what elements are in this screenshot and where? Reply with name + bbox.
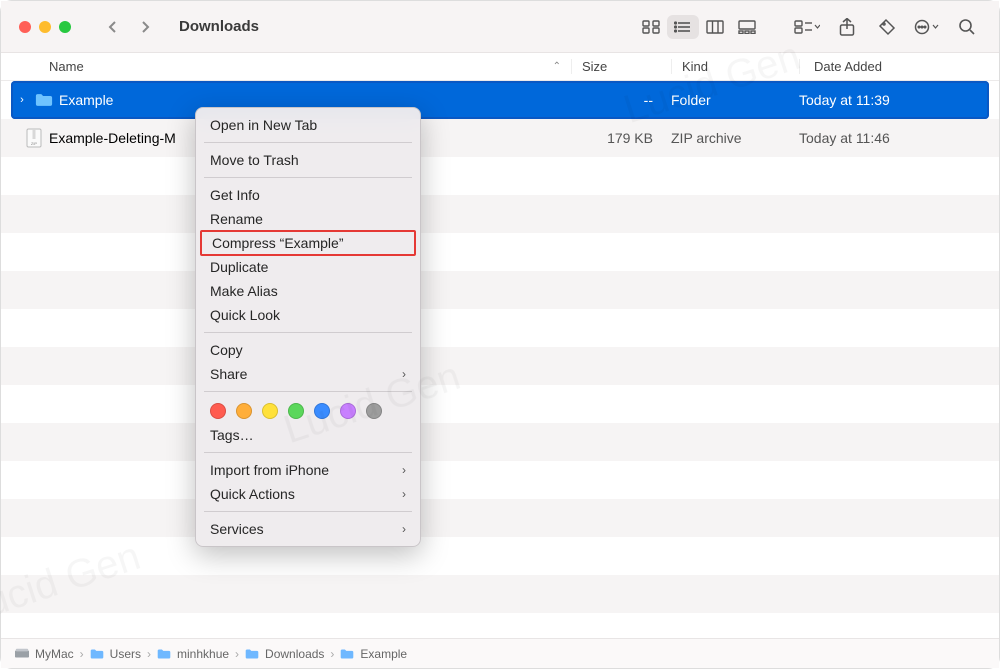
list-view-button[interactable] — [667, 15, 699, 39]
tag-gray[interactable] — [366, 403, 382, 419]
folder-icon — [33, 93, 55, 107]
column-view-button[interactable] — [699, 15, 731, 39]
path-crumb[interactable]: Example — [340, 647, 407, 661]
disclosure-triangle[interactable]: › — [11, 94, 33, 106]
window-titlebar: Downloads — [1, 1, 999, 53]
menu-import-iphone[interactable]: Import from iPhone› — [196, 458, 420, 482]
path-crumb[interactable]: Users — [90, 647, 141, 661]
submenu-chevron-icon: › — [402, 365, 406, 383]
file-kind: ZIP archive — [671, 130, 799, 146]
menu-compress[interactable]: Compress “Example” — [202, 232, 414, 254]
tag-color-row — [196, 397, 420, 423]
icon-view-button[interactable] — [635, 15, 667, 39]
menu-open-new-tab[interactable]: Open in New Tab — [196, 113, 420, 137]
path-separator-icon: › — [235, 647, 239, 661]
file-date: Today at 11:46 — [799, 130, 999, 146]
column-header-size[interactable]: Size — [571, 59, 671, 74]
minimize-window-button[interactable] — [39, 21, 51, 33]
menu-share[interactable]: Share› — [196, 362, 420, 386]
zoom-window-button[interactable] — [59, 21, 71, 33]
file-list: › Example -- Folder Today at 11:39 ZIP E… — [1, 81, 999, 157]
search-button[interactable] — [953, 18, 981, 36]
zip-file-icon: ZIP — [23, 128, 45, 148]
window-title: Downloads — [179, 18, 259, 35]
context-menu: Open in New Tab Move to Trash Get Info R… — [195, 107, 421, 547]
menu-get-info[interactable]: Get Info — [196, 183, 420, 207]
menu-rename[interactable]: Rename — [196, 207, 420, 231]
share-button[interactable] — [833, 18, 861, 36]
tag-green[interactable] — [288, 403, 304, 419]
file-kind: Folder — [671, 92, 799, 108]
annotation-highlight: Compress “Example” — [200, 230, 416, 256]
tag-red[interactable] — [210, 403, 226, 419]
submenu-chevron-icon: › — [402, 520, 406, 538]
column-headers: Name ⌃ Size Kind Date Added — [1, 53, 999, 81]
file-name: Example — [55, 92, 571, 108]
menu-quick-actions[interactable]: Quick Actions› — [196, 482, 420, 506]
file-size: 179 KB — [571, 130, 671, 146]
view-mode-group — [635, 15, 763, 39]
menu-tags[interactable]: Tags… — [196, 423, 420, 447]
path-crumb[interactable]: minhkhue — [157, 647, 229, 661]
action-menu-button[interactable] — [913, 19, 941, 35]
group-by-button[interactable] — [793, 19, 821, 35]
menu-quick-look[interactable]: Quick Look — [196, 303, 420, 327]
menu-services[interactable]: Services› — [196, 517, 420, 541]
menu-move-to-trash[interactable]: Move to Trash — [196, 148, 420, 172]
column-name-label: Name — [49, 59, 84, 74]
menu-make-alias[interactable]: Make Alias — [196, 279, 420, 303]
gallery-view-button[interactable] — [731, 15, 763, 39]
file-size: -- — [571, 92, 671, 108]
tags-button[interactable] — [873, 18, 901, 36]
tag-yellow[interactable] — [262, 403, 278, 419]
tag-blue[interactable] — [314, 403, 330, 419]
file-row[interactable]: ZIP Example-Deleting-M 179 KB ZIP archiv… — [1, 119, 999, 157]
column-header-kind[interactable]: Kind — [671, 59, 799, 74]
close-window-button[interactable] — [19, 21, 31, 33]
path-crumb[interactable]: Downloads — [245, 647, 324, 661]
list-background — [1, 81, 999, 613]
tag-purple[interactable] — [340, 403, 356, 419]
path-crumb-root[interactable]: MyMac — [15, 647, 74, 661]
tag-orange[interactable] — [236, 403, 252, 419]
file-row-selected[interactable]: › Example -- Folder Today at 11:39 — [11, 81, 989, 119]
submenu-chevron-icon: › — [402, 485, 406, 503]
file-date: Today at 11:39 — [799, 92, 989, 108]
svg-text:ZIP: ZIP — [31, 141, 38, 146]
window-controls — [19, 21, 71, 33]
menu-duplicate[interactable]: Duplicate — [196, 255, 420, 279]
path-separator-icon: › — [80, 647, 84, 661]
path-separator-icon: › — [330, 647, 334, 661]
path-bar: MyMac › Users › minhkhue › Downloads › E… — [1, 638, 999, 668]
column-header-date[interactable]: Date Added — [799, 59, 999, 74]
column-header-name[interactable]: Name ⌃ — [1, 59, 571, 74]
back-button[interactable] — [105, 19, 121, 35]
submenu-chevron-icon: › — [402, 461, 406, 479]
menu-copy[interactable]: Copy — [196, 338, 420, 362]
sort-ascending-icon: ⌃ — [553, 61, 561, 72]
path-separator-icon: › — [147, 647, 151, 661]
forward-button[interactable] — [137, 19, 153, 35]
